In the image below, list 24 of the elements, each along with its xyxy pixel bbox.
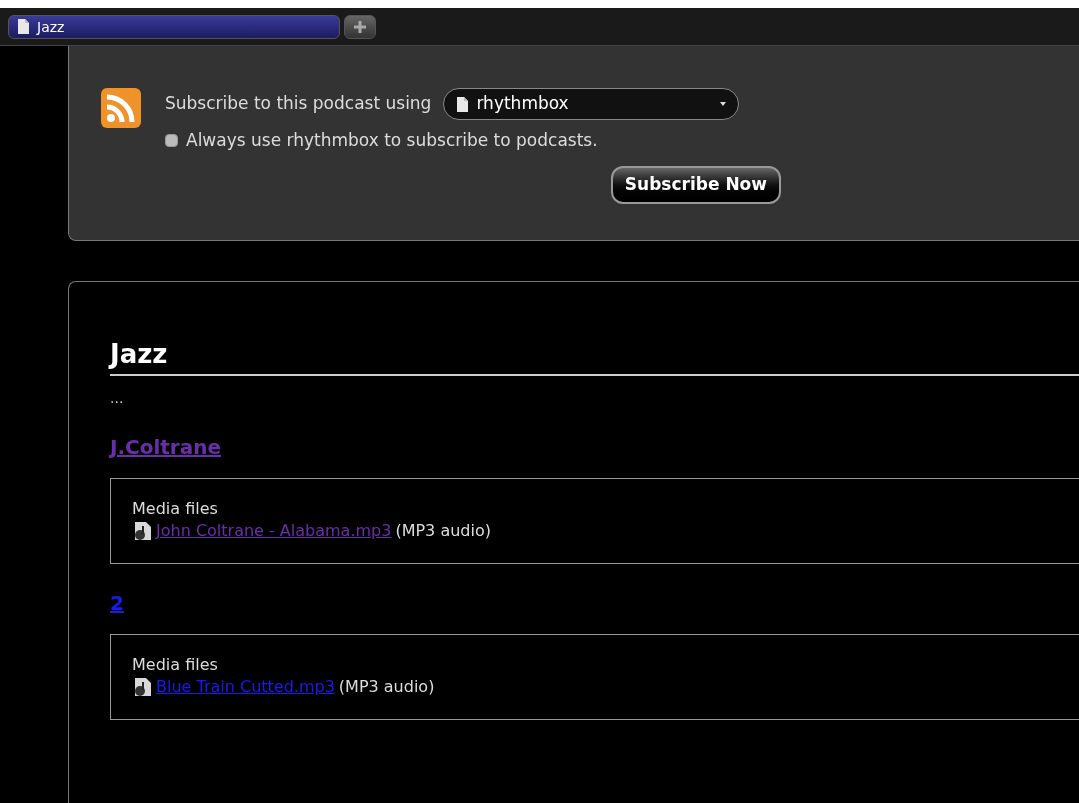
tab[interactable]: Jazz [8, 14, 340, 39]
feed-title: Jazz [110, 338, 1079, 376]
subscribe-button[interactable]: Subscribe Now [610, 165, 781, 204]
plus-icon [353, 19, 367, 34]
entry-title-link[interactable]: 2 [110, 588, 124, 618]
media-heading: Media files [132, 499, 219, 519]
new-tab-button[interactable] [344, 14, 376, 39]
media-file-link[interactable]: John Coltrane - Alabama.mp3 [156, 519, 392, 543]
document-icon [17, 19, 29, 34]
checkbox[interactable] [165, 134, 178, 148]
media-type: (MP3 audio) [338, 676, 435, 698]
reader-dropdown[interactable]: rhythmbox [443, 88, 740, 120]
media-heading: Media files [132, 655, 219, 675]
subscribe-label: Subscribe to this podcast using [165, 92, 432, 116]
audio-file-icon [132, 522, 152, 540]
document-icon [456, 96, 469, 112]
caret-icon [720, 102, 727, 106]
checkbox-label: Always use rhythmbox to subscribe to podcasts. [186, 129, 598, 152]
audio-file-icon [132, 678, 152, 696]
media-file-link[interactable]: Blue Train Cutted.mp3 [156, 675, 335, 699]
feed-subtitle: ... [110, 389, 125, 408]
media-type: (MP3 audio) [395, 520, 491, 542]
rss-icon [101, 88, 141, 128]
entry-title-link[interactable]: J.Coltrane [110, 432, 222, 462]
